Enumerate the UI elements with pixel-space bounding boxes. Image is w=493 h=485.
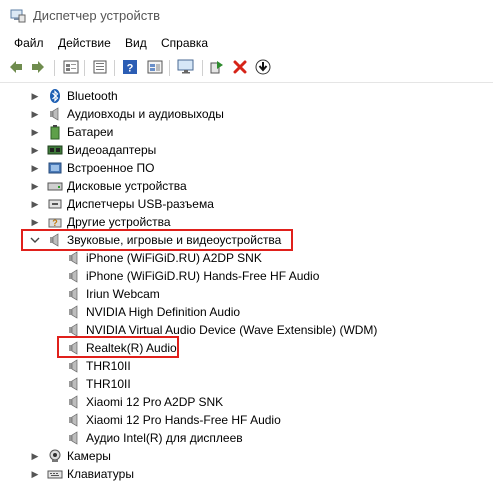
download-icon[interactable] bbox=[254, 58, 272, 76]
expand-arrow-icon[interactable]: ▶ bbox=[29, 125, 41, 139]
battery-icon bbox=[47, 124, 63, 140]
audio-io-icon bbox=[47, 106, 63, 122]
device-label: Iriun Webcam bbox=[86, 287, 160, 301]
tree-item-audio-io[interactable]: ▶ Аудиовходы и аудиовыходы bbox=[0, 105, 493, 123]
back-icon[interactable] bbox=[7, 58, 25, 76]
other-device-icon: ? bbox=[47, 214, 63, 230]
tree-item-label: Камеры bbox=[67, 449, 111, 463]
device-label: THR10II bbox=[86, 359, 131, 373]
menu-file[interactable]: Файл bbox=[14, 36, 44, 50]
device-label: Xiaomi 12 Pro Hands-Free HF Audio bbox=[86, 413, 281, 427]
toolbar: ? bbox=[0, 54, 493, 83]
expand-arrow-icon[interactable]: ▶ bbox=[29, 179, 41, 193]
expand-arrow-icon[interactable]: ▶ bbox=[29, 197, 41, 211]
toolbar-separator bbox=[169, 60, 170, 76]
toolbar-separator bbox=[114, 60, 115, 76]
tree-item-label: Дисковые устройства bbox=[67, 179, 187, 193]
device-manager-icon bbox=[10, 9, 26, 23]
window-title: Диспетчер устройств bbox=[33, 8, 161, 23]
tree-item-disk-drives[interactable]: ▶ Дисковые устройства bbox=[0, 177, 493, 195]
tree-item-label: Аудиовходы и аудиовыходы bbox=[67, 107, 224, 121]
menu-view[interactable]: Вид bbox=[125, 36, 147, 50]
device-item[interactable]: THR10II bbox=[0, 375, 493, 393]
help-icon[interactable]: ? bbox=[121, 58, 139, 76]
toolbar-separator bbox=[202, 60, 203, 76]
tree-item-label: Диспетчеры USB-разъема bbox=[67, 197, 214, 211]
tree-item-batteries[interactable]: ▶ Батареи bbox=[0, 123, 493, 141]
device-label: NVIDIA Virtual Audio Device (Wave Extens… bbox=[86, 323, 378, 337]
highlight-realtek-device bbox=[57, 336, 179, 358]
tree-item-label: Батареи bbox=[67, 125, 114, 139]
highlight-sound-category bbox=[21, 229, 293, 251]
device-label: iPhone (WiFiGiD.RU) A2DP SNK bbox=[86, 251, 262, 265]
speaker-icon bbox=[66, 430, 82, 446]
bluetooth-icon bbox=[47, 88, 63, 104]
svg-text:?: ? bbox=[127, 63, 134, 75]
device-label: Xiaomi 12 Pro A2DP SNK bbox=[86, 395, 224, 409]
tree-item-firmware[interactable]: ▶ Встроенное ПО bbox=[0, 159, 493, 177]
menu-action[interactable]: Действие bbox=[58, 36, 111, 50]
forward-icon[interactable] bbox=[29, 58, 47, 76]
tree-item-label: Клавиатуры bbox=[67, 467, 134, 481]
disk-icon bbox=[47, 178, 63, 194]
device-item[interactable]: Xiaomi 12 Pro Hands-Free HF Audio bbox=[0, 411, 493, 429]
menu-help[interactable]: Справка bbox=[161, 36, 208, 50]
speaker-icon bbox=[66, 394, 82, 410]
speaker-icon bbox=[66, 286, 82, 302]
device-label: NVIDIA High Definition Audio bbox=[86, 305, 241, 319]
speaker-icon bbox=[66, 376, 82, 392]
tree-item-display-adapters[interactable]: ▶ Видеоадаптеры bbox=[0, 141, 493, 159]
device-item[interactable]: THR10II bbox=[0, 357, 493, 375]
tree-item-label: Другие устройства bbox=[67, 215, 171, 229]
tree-item-bluetooth[interactable]: ▶ Bluetooth bbox=[0, 87, 493, 105]
device-label: Аудио Intel(R) для дисплеев bbox=[86, 431, 243, 445]
update-icon[interactable] bbox=[146, 58, 164, 76]
expand-arrow-icon[interactable]: ▶ bbox=[29, 215, 41, 229]
tree-item-usb-connectors[interactable]: ▶ Диспетчеры USB-разъема bbox=[0, 195, 493, 213]
expand-arrow-icon[interactable]: ▶ bbox=[29, 467, 41, 481]
device-label: iPhone (WiFiGiD.RU) Hands-Free HF Audio bbox=[86, 269, 320, 283]
expand-arrow-icon[interactable]: ▶ bbox=[29, 107, 41, 121]
menu-bar: Файл Действие Вид Справка bbox=[0, 32, 493, 54]
display-adapter-icon bbox=[47, 142, 63, 158]
usb-icon bbox=[47, 196, 63, 212]
monitor-icon[interactable] bbox=[177, 58, 195, 76]
speaker-icon bbox=[66, 358, 82, 374]
toolbar-separator bbox=[84, 60, 85, 76]
speaker-icon bbox=[66, 304, 82, 320]
device-item[interactable]: Аудио Intel(R) для дисплеев bbox=[0, 429, 493, 447]
device-item[interactable]: NVIDIA High Definition Audio bbox=[0, 303, 493, 321]
device-item[interactable]: iPhone (WiFiGiD.RU) A2DP SNK bbox=[0, 249, 493, 267]
toolbar-separator bbox=[54, 60, 55, 76]
expand-arrow-icon[interactable]: ▶ bbox=[29, 449, 41, 463]
title-bar: Диспетчер устройств bbox=[0, 0, 493, 32]
tree-item-label: Bluetooth bbox=[67, 89, 118, 103]
device-item[interactable]: Iriun Webcam bbox=[0, 285, 493, 303]
speaker-icon bbox=[66, 268, 82, 284]
keyboard-icon bbox=[47, 466, 63, 482]
speaker-icon bbox=[66, 250, 82, 266]
tree-item-cameras[interactable]: ▶ Камеры bbox=[0, 447, 493, 465]
expand-arrow-icon[interactable]: ▶ bbox=[29, 161, 41, 175]
tree-item-label: Встроенное ПО bbox=[67, 161, 155, 175]
device-item[interactable]: iPhone (WiFiGiD.RU) Hands-Free HF Audio bbox=[0, 267, 493, 285]
list-icon[interactable] bbox=[91, 58, 109, 76]
tree-item-label: Видеоадаптеры bbox=[67, 143, 157, 157]
camera-icon bbox=[47, 448, 63, 464]
remove-icon[interactable] bbox=[231, 58, 249, 76]
enable-icon[interactable] bbox=[208, 58, 226, 76]
device-label: THR10II bbox=[86, 377, 131, 391]
speaker-icon bbox=[66, 412, 82, 428]
properties-icon[interactable] bbox=[62, 58, 80, 76]
svg-text:?: ? bbox=[52, 218, 58, 228]
expand-arrow-icon[interactable]: ▶ bbox=[29, 143, 41, 157]
tree-item-keyboards[interactable]: ▶ Клавиатуры bbox=[0, 465, 493, 483]
device-item[interactable]: Xiaomi 12 Pro A2DP SNK bbox=[0, 393, 493, 411]
device-tree: ▶ Bluetooth ▶ Аудиовходы и аудиовыходы ▶… bbox=[0, 83, 493, 485]
firmware-icon bbox=[47, 160, 63, 176]
expand-arrow-icon[interactable]: ▶ bbox=[29, 89, 41, 103]
